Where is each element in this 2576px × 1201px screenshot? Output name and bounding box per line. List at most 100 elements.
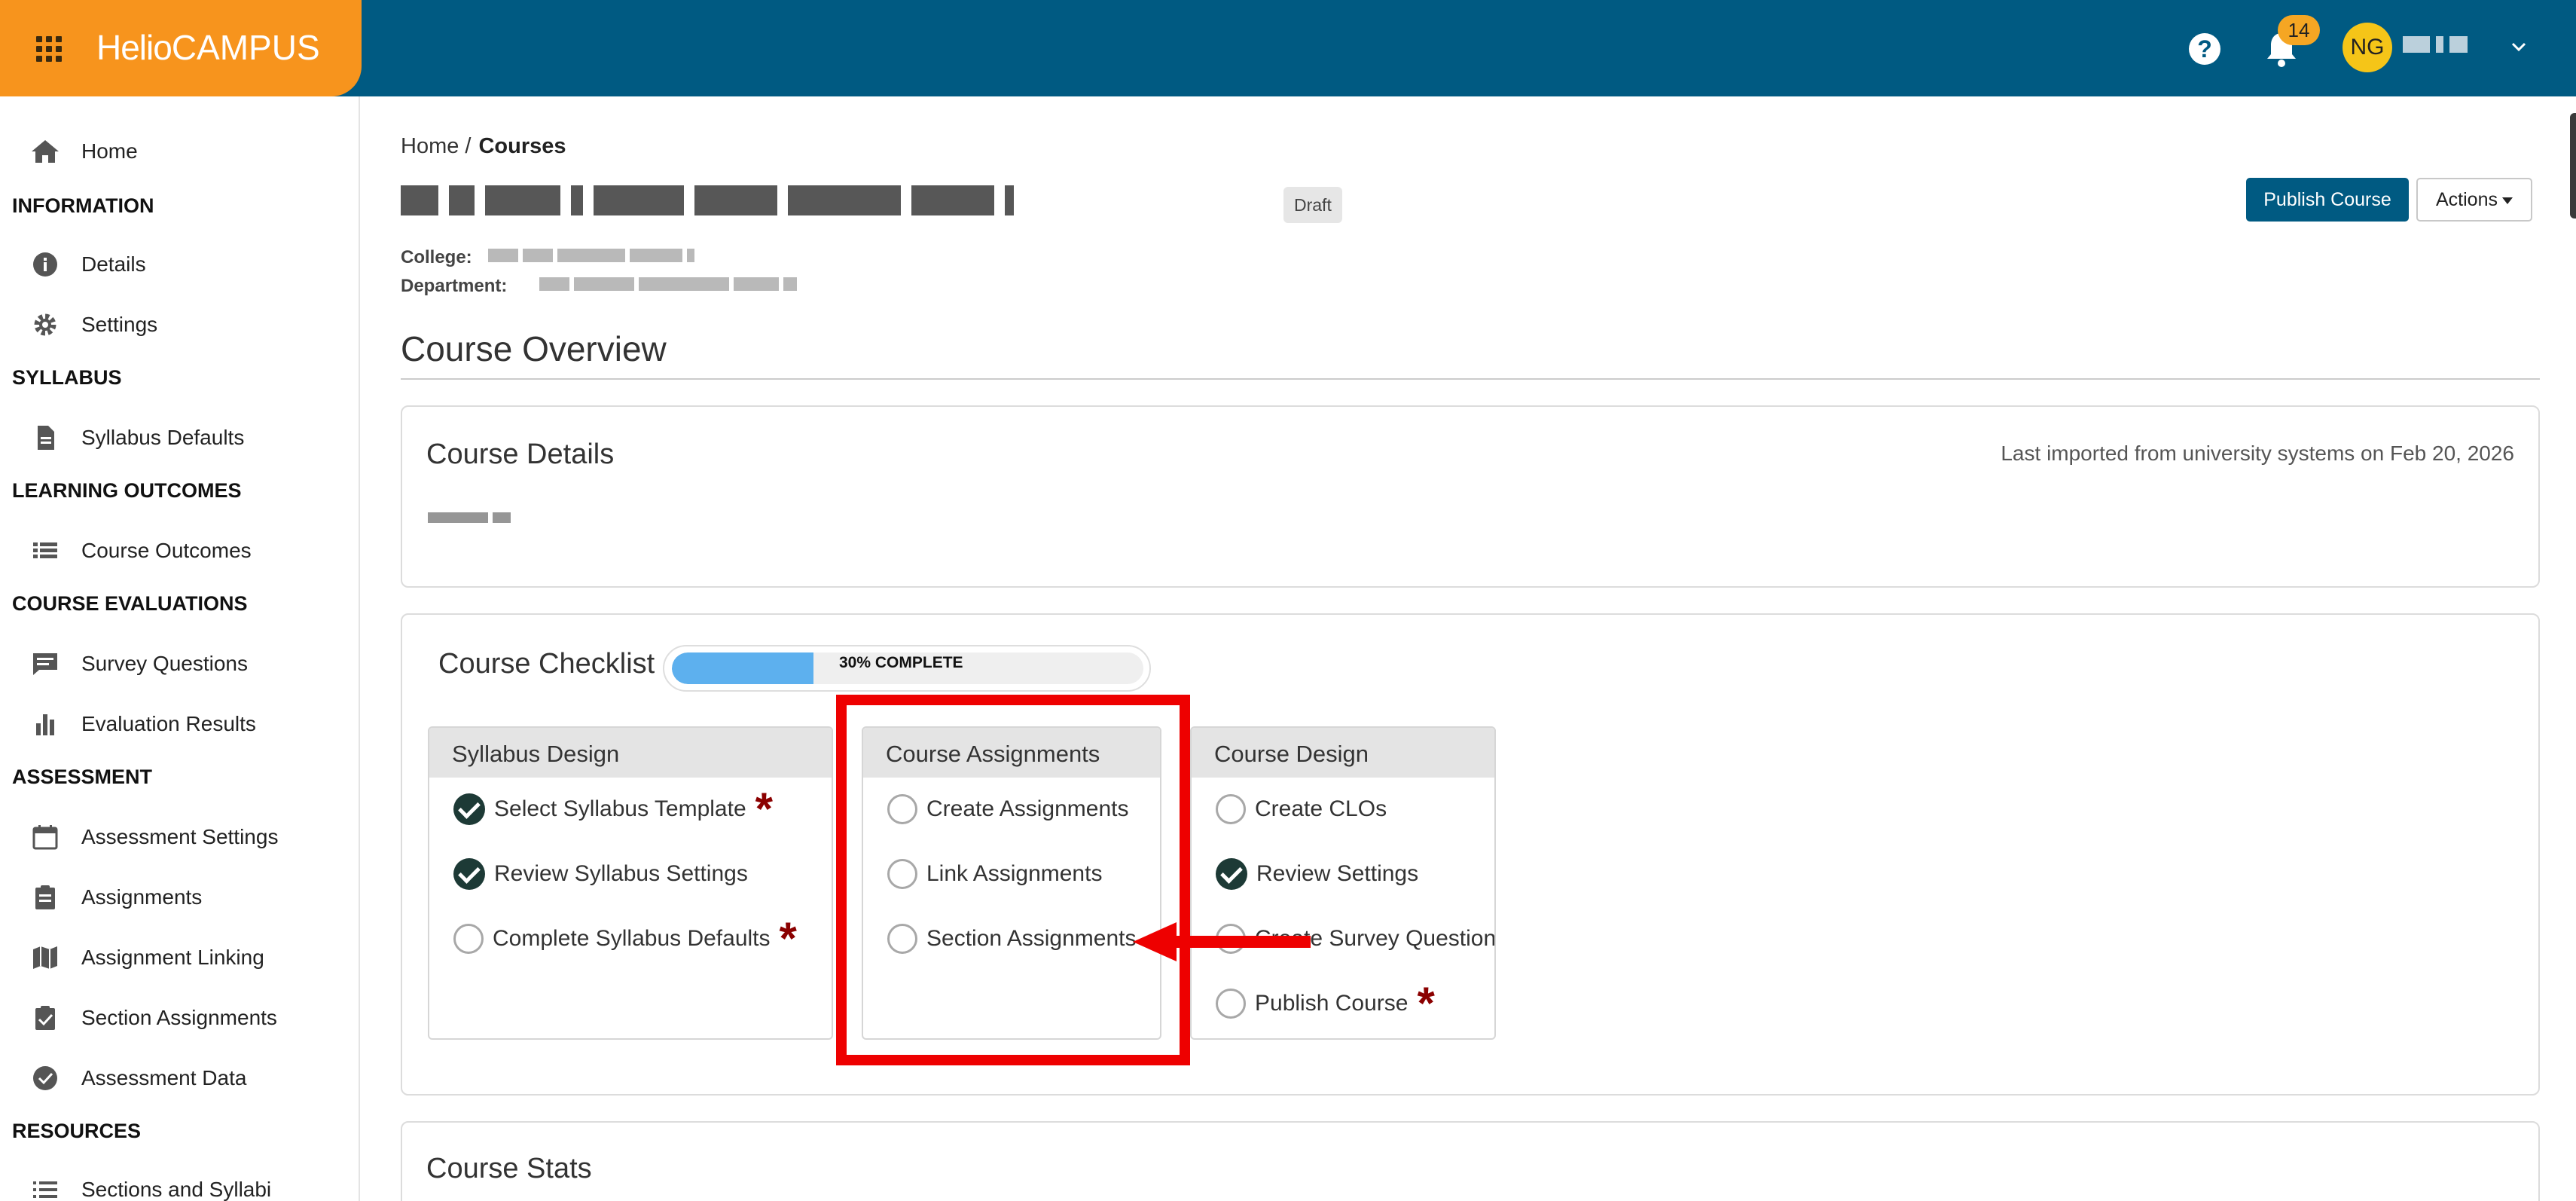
course-title-redacted — [401, 185, 1274, 222]
calendar-icon — [32, 825, 58, 850]
sidebar-item-details[interactable]: Details — [0, 241, 359, 286]
sidebar-item-label: Syllabus Defaults — [81, 426, 245, 449]
task-create-clos[interactable]: Create CLOs — [1216, 791, 1387, 827]
sidebar-item-label: Survey Questions — [81, 652, 248, 675]
brand-area: HelioCAMPUS — [0, 0, 362, 96]
document-icon — [38, 426, 54, 450]
sidebar-item-label: Section Assignments — [81, 1006, 277, 1029]
app-grid-icon[interactable] — [36, 36, 62, 62]
check-circle-icon — [33, 1066, 57, 1090]
task-review-settings[interactable]: Review Settings — [1216, 856, 1418, 892]
side-panel-handle[interactable] — [2570, 113, 2576, 219]
comment-icon — [33, 653, 57, 675]
course-details-title: Course Details — [426, 439, 615, 470]
task-label: Complete Syllabus Defaults — [493, 926, 771, 951]
arrow-left-annotation-icon — [1133, 922, 1311, 961]
task-review-syllabus-settings[interactable]: Review Syllabus Settings — [453, 856, 748, 892]
unchecked-circle-icon — [453, 924, 484, 954]
sidebar-item-evaluation-results[interactable]: Evaluation Results — [0, 701, 359, 746]
logo-part1: Helio — [96, 28, 172, 67]
status-badge: Draft — [1283, 187, 1342, 223]
sidebar-item-home[interactable]: Home — [0, 128, 359, 173]
college-value-redacted — [488, 249, 722, 265]
unchecked-circle-icon — [1216, 794, 1246, 824]
home-icon — [32, 140, 59, 163]
clipboard-check-icon — [35, 1006, 55, 1030]
list-icon — [33, 1181, 57, 1198]
sidebar-item-course-outcomes[interactable]: Course Outcomes — [0, 527, 359, 573]
sidebar-item-section-assignments[interactable]: Section Assignments — [0, 995, 359, 1040]
sidebar-item-assignments[interactable]: Assignments — [0, 874, 359, 919]
breadcrumb-home-link[interactable]: Home / — [401, 134, 471, 158]
panel-title: Course Design — [1192, 728, 1494, 778]
user-avatar[interactable]: NG — [2343, 23, 2392, 72]
sidebar-item-label: Home — [81, 139, 138, 163]
actions-label: Actions — [2436, 189, 2498, 210]
actions-dropdown-button[interactable]: Actions — [2416, 178, 2532, 222]
caret-down-icon — [2501, 197, 2513, 204]
sidebar-item-label: Sections and Syllabi — [81, 1178, 272, 1201]
college-label: College: — [401, 247, 472, 267]
progress-label: 30% COMPLETE — [839, 654, 963, 671]
sidebar-item-label: Assignment Linking — [81, 946, 264, 969]
sidebar-item-assignment-linking[interactable]: Assignment Linking — [0, 934, 359, 979]
publish-course-button[interactable]: Publish Course — [2246, 178, 2409, 222]
course-stats-title: Course Stats — [426, 1153, 592, 1184]
sidebar-item-survey-questions[interactable]: Survey Questions — [0, 640, 359, 686]
highlight-annotation-box — [836, 695, 1190, 1065]
breadcrumb: Home / Courses — [401, 134, 566, 159]
notification-count-badge: 14 — [2278, 15, 2320, 45]
sidebar-item-sections-and-syllabi[interactable]: Sections and Syllabi — [0, 1166, 359, 1201]
help-icon[interactable]: ? — [2189, 33, 2220, 65]
map-icon — [33, 946, 57, 969]
sidebar-section-resources: RESOURCES — [12, 1120, 142, 1142]
panel-title: Syllabus Design — [429, 728, 832, 778]
task-select-syllabus-template[interactable]: Select Syllabus Template * — [453, 787, 773, 832]
user-name-redacted[interactable] — [2403, 36, 2499, 59]
unchecked-circle-icon — [1216, 989, 1246, 1019]
sidebar-item-settings[interactable]: Settings — [0, 301, 359, 347]
course-details-card: Course Details Last imported from univer… — [401, 405, 2540, 588]
sidebar-item-assessment-settings[interactable]: Assessment Settings — [0, 814, 359, 859]
checked-icon — [1216, 858, 1247, 890]
task-label: Review Settings — [1256, 861, 1419, 886]
department-value-redacted — [539, 277, 818, 294]
sidebar-item-label: Assessment Settings — [81, 825, 279, 848]
logo-part2: CAMPUS — [171, 28, 320, 67]
checked-icon — [453, 858, 485, 890]
task-label: Review Syllabus Settings — [494, 861, 748, 886]
sidebar-item-label: Assignments — [81, 885, 203, 909]
required-asterisk-icon: * — [779, 913, 797, 964]
sidebar: Home INFORMATION Details Settings SYLLAB… — [0, 96, 360, 1201]
syllabus-design-panel: Syllabus Design Select Syllabus Template… — [428, 726, 833, 1040]
course-checklist-card: Course Checklist 30% COMPLETE Syllabus D… — [401, 613, 2540, 1096]
bar-chart-icon — [36, 714, 54, 735]
course-stats-card: Course Stats — [401, 1121, 2540, 1201]
list-icon — [33, 542, 57, 558]
info-icon — [33, 252, 57, 277]
sidebar-section-syllabus: SYLLABUS — [12, 366, 122, 389]
sidebar-item-syllabus-defaults[interactable]: Syllabus Defaults — [0, 414, 359, 460]
last-imported-note: Last imported from university systems on… — [2001, 442, 2514, 465]
page-title: Course Overview — [401, 329, 667, 368]
task-complete-syllabus-defaults[interactable]: Complete Syllabus Defaults * — [453, 913, 797, 964]
sidebar-section-assessment: ASSESSMENT — [12, 766, 153, 788]
course-description-redacted — [428, 511, 533, 526]
sidebar-item-label: Details — [81, 252, 146, 276]
heliocampus-logo[interactable]: HelioCAMPUS — [96, 27, 320, 68]
task-label: Publish Course — [1255, 991, 1409, 1016]
sidebar-item-label: Course Outcomes — [81, 539, 252, 562]
sidebar-section-course-evaluations: COURSE EVALUATIONS — [12, 592, 248, 615]
sidebar-section-learning-outcomes: LEARNING OUTCOMES — [12, 479, 242, 502]
sidebar-item-label: Settings — [81, 313, 158, 336]
sidebar-item-label: Assessment Data — [81, 1066, 247, 1089]
checked-icon — [453, 793, 485, 825]
sidebar-item-assessment-data[interactable]: Assessment Data — [0, 1055, 359, 1100]
task-publish-course[interactable]: Publish Course * — [1216, 981, 1435, 1026]
sidebar-item-label: Evaluation Results — [81, 712, 256, 735]
title-divider — [401, 378, 2540, 380]
chevron-down-icon[interactable] — [2510, 38, 2528, 56]
top-bar: HelioCAMPUS ? 14 NG — [0, 0, 2576, 96]
task-label: Select Syllabus Template — [494, 796, 746, 821]
breadcrumb-current: Courses — [478, 134, 566, 158]
